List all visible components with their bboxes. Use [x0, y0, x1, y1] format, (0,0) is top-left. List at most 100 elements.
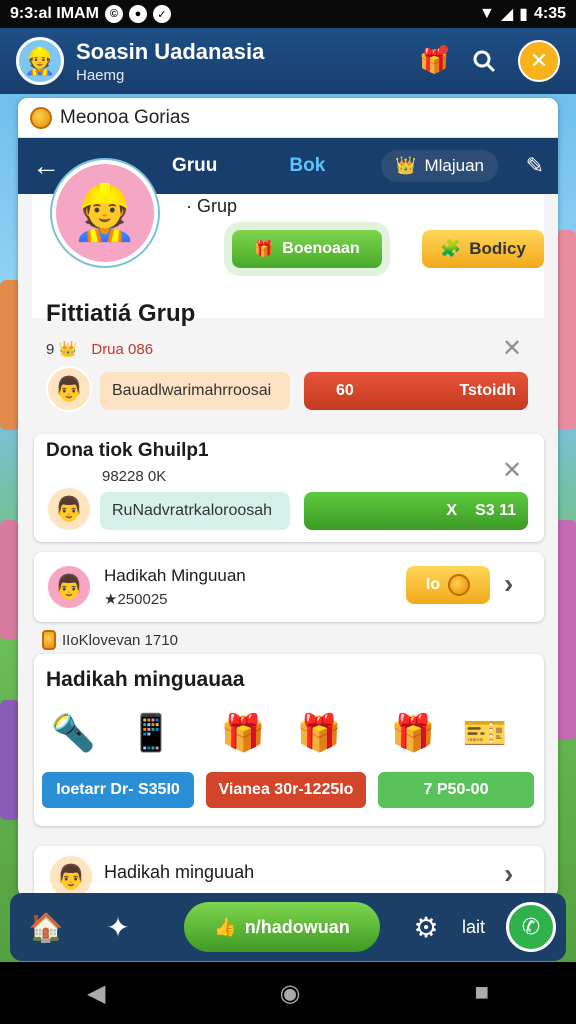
close-button[interactable]: ✕ — [518, 40, 560, 82]
info-line-text: IIoKlovevan 1710 — [62, 631, 178, 649]
panel-title: Meonoa Gorias — [60, 106, 190, 128]
puzzle-icon: 🧩 — [440, 239, 462, 258]
search-icon — [473, 50, 496, 73]
user-avatar[interactable]: 👷 — [16, 37, 64, 85]
flashlight-icon[interactable]: 🔦 — [50, 710, 96, 756]
weekly-avatar: 👨 — [48, 854, 94, 898]
call-button[interactable]: ✆ — [506, 902, 556, 952]
profile-avatar[interactable]: 👷 — [52, 160, 158, 266]
reward-claim-label: Io — [425, 576, 441, 593]
chat-notification-icon: ✓ — [152, 5, 171, 23]
gift-price-button-3[interactable]: 7 P50-00 — [378, 772, 534, 808]
gift-box-icon-3[interactable]: 🎁 — [390, 710, 436, 756]
member-name-2: RuNadvratrkaloroosah — [112, 502, 273, 519]
chevron-right-icon[interactable]: › — [504, 568, 513, 600]
join-button-label: Boenoaan — [282, 240, 360, 257]
close-icon: ✕ — [529, 48, 549, 73]
app-header: 👷 Soasin Uadanasia Haemg 🎁 ✕ — [0, 28, 576, 94]
tab-grup[interactable]: Gruu — [156, 155, 233, 177]
app-title: Soasin Uadanasia — [76, 38, 265, 64]
member-name: Bauadlwarimahrroosai — [112, 382, 272, 399]
gift-notification-button[interactable]: 🎁 — [418, 45, 450, 77]
wifi-icon: ▼ — [479, 5, 495, 22]
recents-icon[interactable]: ■ — [474, 979, 489, 1007]
back-arrow-icon[interactable]: ← — [32, 150, 60, 182]
section1-meta-right: Drua 086 — [91, 341, 154, 358]
tab-mingguan[interactable]: 👑 Mlajuan — [381, 150, 499, 182]
gifts-card: Hadikah minguauaa 🔦 📱 🎁 🎁 🎁 🎫 Ioetarr Dr… — [34, 654, 544, 826]
notification-badge — [439, 45, 448, 54]
search-button[interactable] — [468, 45, 500, 77]
gift-box-icon-1[interactable]: 🎁 — [220, 710, 266, 756]
back-icon[interactable]: ◀ — [87, 979, 105, 1008]
chevron-right-icon-2[interactable]: › — [504, 858, 513, 890]
settings-search-icon[interactable]: ⚙ — [400, 901, 452, 953]
home-icon[interactable]: 🏠 — [20, 901, 72, 953]
section-title-grup: Fittiatiá Grup — [46, 300, 196, 327]
score-right: Tstoidh — [459, 382, 516, 399]
status-time: 9:3:al IMAM — [10, 5, 99, 22]
score-left: 60 — [336, 382, 354, 399]
giftbox-icon: 🎁 — [254, 241, 275, 258]
reward-avatar: 👨 — [46, 564, 92, 610]
system-nav-bar: ◀ ◉ ■ — [0, 962, 576, 1024]
gift-price-button-1[interactable]: Ioetarr Dr- S35I0 — [42, 772, 194, 808]
gift-price-button-2[interactable]: Vianea 30r-1225Io — [206, 772, 366, 808]
puzzle-nav-icon[interactable]: ✦ — [92, 901, 144, 953]
score-x: X — [446, 502, 458, 519]
app-notification-icon: ● — [128, 5, 147, 23]
phone-card-icon[interactable]: 📱 — [128, 710, 174, 756]
policy-button-label: Bodicy — [469, 239, 526, 258]
reward-stars: ★250025 — [104, 591, 168, 608]
dismiss-icon[interactable]: ✕ — [502, 334, 522, 363]
member-name-pill: Bauadlwarimahrroosai — [100, 372, 290, 410]
status-bar: 9:3:al IMAM © ● ✓ ▼ ◢ ▮ 4:35 — [0, 0, 576, 28]
section1-meta-left: 9 👑 — [46, 341, 78, 358]
crown-icon: 👑 — [395, 156, 417, 175]
group-card-sub: 98228 0K — [102, 468, 167, 485]
home-circle-icon[interactable]: ◉ — [279, 979, 300, 1008]
reward-row[interactable]: 👨 Hadikah Minguuan ★250025 Io › — [34, 552, 544, 622]
score-bar-red[interactable]: 60 Tstoidh — [304, 372, 528, 410]
group-card-title: Dona tiok Ghuilp1 — [46, 440, 209, 461]
gift-price-label-2: Vianea 30r-1225Io — [218, 781, 354, 798]
gifts-title: Hadikah minguauaa — [46, 668, 245, 691]
gift-price-label-3: 7 P50-00 — [423, 781, 489, 798]
app-subtitle: Haemg — [76, 66, 125, 84]
phone-icon: ✆ — [521, 914, 541, 939]
weekly-row[interactable]: 👨 Hadikah minguuah › — [34, 846, 544, 898]
battery-icon: ▮ — [519, 6, 528, 23]
tab-mingguan-label: Mlajuan — [424, 156, 485, 175]
member-name-pill-2: RuNadvratrkaloroosah — [100, 492, 290, 530]
group-label: · Grup — [186, 196, 238, 216]
gift-box-icon-2[interactable]: 🎁 — [296, 710, 342, 756]
member-avatar: 👨 — [46, 366, 92, 412]
edit-icon[interactable]: ✎ — [526, 153, 544, 179]
policy-button[interactable]: 🧩 Bodicy — [422, 230, 544, 268]
ticket-icon[interactable]: 🎫 — [462, 710, 508, 756]
nav-side-label[interactable]: lait — [462, 917, 485, 938]
tab-bok[interactable]: Bok — [273, 155, 341, 177]
coin-icon-3 — [42, 630, 56, 650]
join-button[interactable]: 🎁 Boenoaan — [232, 230, 382, 268]
weekly-title: Hadikah minguuah — [104, 862, 255, 882]
score-value: S3 11 — [475, 502, 516, 519]
score-bar-green[interactable]: X S3 11 — [304, 492, 528, 530]
battery-level: 4:35 — [533, 5, 566, 22]
groups-panel: Meonoa Gorias ← Gruu Bok 👑 Mlajuan ✎ 👷 ·… — [18, 98, 558, 898]
group-card: Dona tiok Ghuilp1 98228 0K ✕ 👨 RuNadvrat… — [34, 434, 544, 542]
member-avatar-2: 👨 — [46, 486, 92, 532]
info-line: IIoKlovevan 1710 — [42, 630, 178, 650]
coin-icon-2 — [448, 574, 471, 596]
panel-header: Meonoa Gorias — [18, 98, 558, 138]
section1-meta: 9 👑 Drua 086 — [46, 340, 153, 358]
gift-price-label-1: Ioetarr Dr- S35I0 — [56, 781, 180, 798]
signal-icon: ◢ — [500, 6, 514, 23]
weekly-main-button[interactable]: 👍 n/hadowuan — [184, 902, 380, 952]
thumbs-icon: 👍 — [214, 916, 237, 937]
reward-claim-button[interactable]: Io — [406, 566, 490, 604]
weekly-main-label: n/hadowuan — [244, 916, 350, 937]
coin-icon — [30, 106, 52, 129]
reward-title: Hadikah Minguuan — [104, 566, 246, 585]
dismiss-icon-2[interactable]: ✕ — [502, 456, 522, 485]
